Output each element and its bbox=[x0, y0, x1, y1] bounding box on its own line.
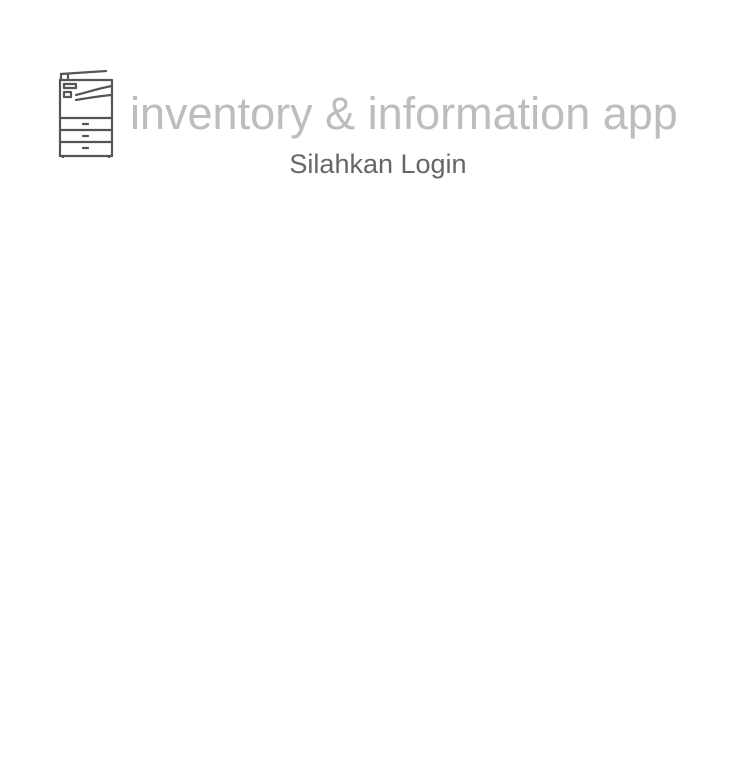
app-title: inventory & information app bbox=[130, 88, 678, 139]
login-page: inventory & information app Silahkan Log… bbox=[0, 0, 756, 763]
brand-logo-wrapper bbox=[58, 70, 114, 158]
copier-machine-icon bbox=[58, 70, 114, 158]
login-prompt: Silahkan Login bbox=[289, 149, 467, 179]
